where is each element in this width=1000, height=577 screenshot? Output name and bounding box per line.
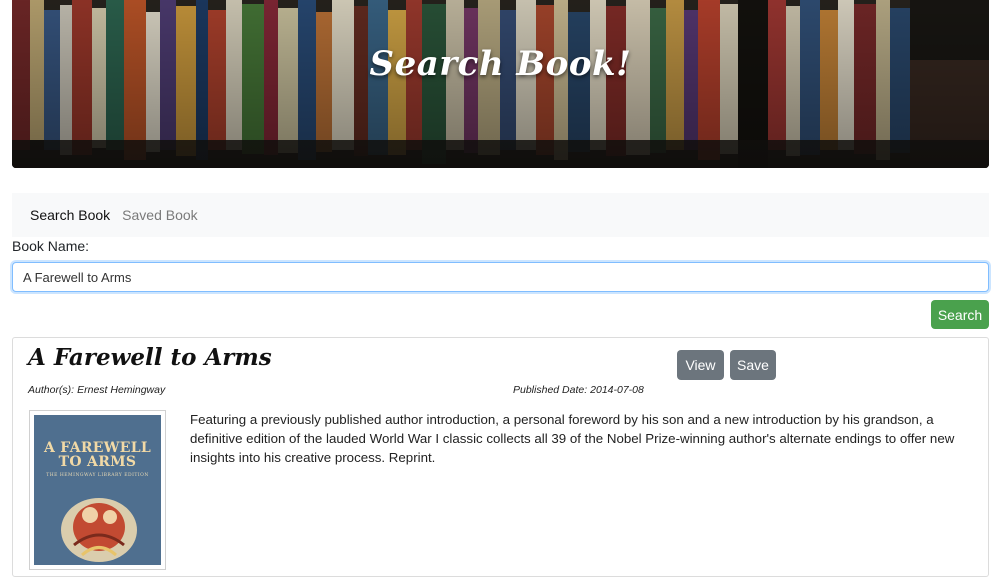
navbar: Search Book Saved Book (12, 193, 989, 237)
book-authors: Author(s): Ernest Hemingway (28, 384, 165, 396)
authors-key: Author(s): (28, 384, 75, 396)
bookshelf-background-image (12, 0, 989, 168)
cover-title-line2: TO ARMS (58, 454, 137, 470)
nav-saved-book[interactable]: Saved Book (122, 207, 198, 223)
search-button[interactable]: Search (931, 300, 989, 329)
cover-title: A FAREWELL TO ARMS (34, 441, 161, 469)
hero-title: Search Book! (369, 44, 632, 84)
book-title: A Farewell to Arms (28, 344, 272, 371)
view-button[interactable]: View (677, 350, 724, 380)
hero-banner: Search Book! (12, 0, 989, 168)
cover-title-line1: A FAREWELL (43, 440, 152, 456)
authors-value: Ernest Hemingway (77, 384, 166, 396)
cover-subtitle: THE HEMINGWAY LIBRARY EDITION (46, 473, 149, 478)
save-button[interactable]: Save (730, 350, 776, 380)
published-key: Published Date: (513, 384, 588, 396)
book-description: Featuring a previously published author … (190, 412, 955, 465)
book-name-input[interactable] (12, 262, 989, 292)
book-published-date: Published Date: 2014-07-08 (513, 384, 644, 396)
book-cover-image: A FAREWELL TO ARMS THE HEMINGWAY LIBRARY… (29, 410, 166, 570)
book-result-card: A Farewell to Arms View Save Author(s): E… (12, 337, 989, 577)
nav-search-book[interactable]: Search Book (30, 207, 110, 223)
book-name-label: Book Name: (12, 238, 90, 254)
cover-illustration (61, 498, 137, 562)
book-cover-art: A FAREWELL TO ARMS THE HEMINGWAY LIBRARY… (34, 415, 161, 565)
published-value: 2014-07-08 (590, 384, 644, 396)
